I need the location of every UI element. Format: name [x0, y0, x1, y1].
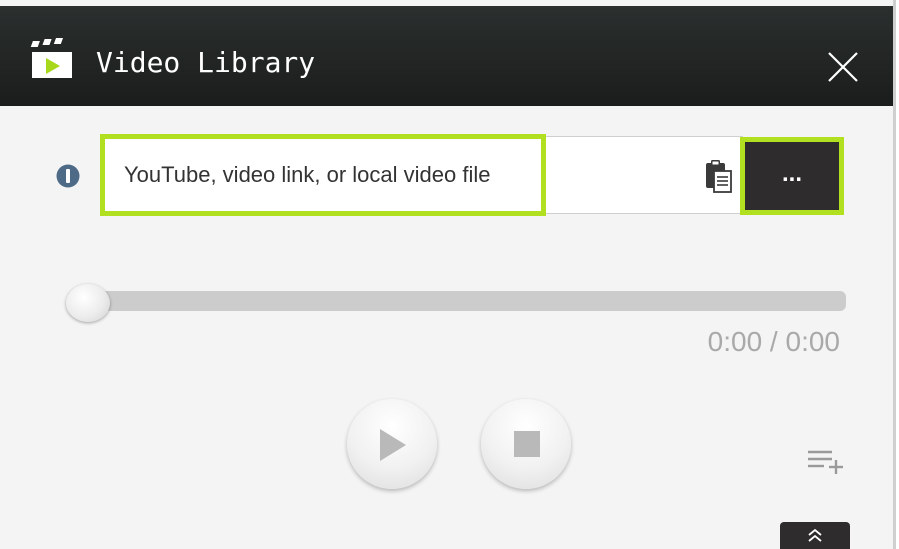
video-library-window: Video Library ... 0:00 / 0:00 — [0, 0, 896, 549]
time-readout: 0:00 / 0:00 — [707, 326, 840, 357]
stop-icon — [514, 431, 540, 457]
close-icon[interactable] — [826, 50, 860, 84]
info-icon[interactable] — [56, 164, 80, 188]
stop-button[interactable] — [481, 399, 571, 489]
play-icon — [380, 429, 406, 461]
expand-panel-button[interactable] — [780, 522, 850, 549]
browse-button-label: ... — [745, 142, 839, 210]
clipboard-paste-icon[interactable] — [700, 158, 736, 194]
double-chevron-up-icon — [808, 528, 822, 542]
seek-handle[interactable] — [66, 284, 110, 322]
source-input[interactable] — [118, 148, 550, 202]
clapperboard-play-icon — [30, 38, 72, 78]
playlist-add-icon[interactable] — [806, 446, 846, 476]
browse-button[interactable]: ... — [740, 137, 844, 215]
window-title: Video Library — [96, 46, 316, 79]
play-button[interactable] — [347, 399, 437, 489]
seek-bar[interactable] — [68, 291, 846, 311]
title-bar: Video Library — [0, 6, 893, 106]
